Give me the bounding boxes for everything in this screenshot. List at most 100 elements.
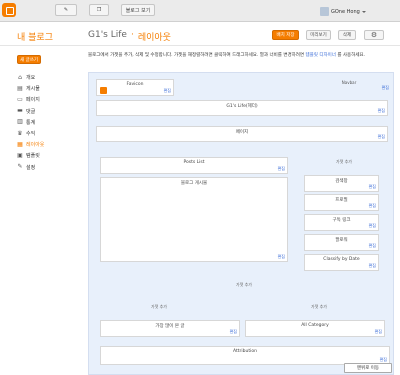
preview-button[interactable]: 미리보기 [306, 30, 331, 40]
favicon-widget[interactable]: Favicon 편집 [96, 79, 174, 96]
layout-canvas: Favicon 편집 Navbar 편집 G1's Life(헤더) 편집 페이… [88, 72, 394, 375]
widget-title: 프로필 [335, 198, 348, 203]
edit-link[interactable]: 편집 [369, 184, 376, 190]
blogger-logo-icon[interactable] [2, 3, 16, 17]
sidebar-item-earnings[interactable]: ♛ 수익 [17, 128, 44, 139]
widget-title: Favicon [126, 82, 144, 87]
edit-link[interactable]: 편집 [369, 203, 376, 209]
pages-widget[interactable]: 페이지 편집 [96, 126, 388, 142]
layout-description: 블로그에서 가젯을 추가, 삭제 및 수정합니다. 가젯을 재정렬하려면 클릭하… [88, 52, 388, 59]
sidebar-item-label: 통계 [26, 119, 36, 126]
widget-title: All Category [301, 323, 329, 328]
save-arrangement-button[interactable]: 배치 저장 [272, 30, 299, 40]
stats-icon: ▥ [17, 118, 23, 126]
pages-icon: ▭ [17, 95, 23, 103]
sidebar-item-label: 개요 [26, 75, 36, 82]
avatar [320, 7, 329, 16]
edit-link[interactable]: 편집 [164, 88, 171, 94]
widget-title: 검색창 [335, 179, 348, 184]
new-post-pencil-button[interactable]: ✎ [55, 4, 77, 16]
sidebar-item-comments[interactable]: ▬ 댓글 [17, 106, 44, 117]
edit-link[interactable]: 편집 [378, 134, 385, 140]
my-blog-title[interactable]: 내 블로그 [17, 30, 53, 43]
title-separator: · [130, 30, 134, 40]
home-icon: ⌂ [18, 73, 22, 81]
add-gadget-link[interactable]: 가젯 추가 [284, 304, 354, 310]
widget-title: Attribution [233, 349, 257, 354]
sidebar-item-settings[interactable]: ✎ 설정 [17, 162, 44, 173]
favicon-icon [100, 87, 107, 94]
template-designer-link[interactable]: 템플릿 디자이너 [305, 53, 335, 58]
template-icon: ▣ [17, 151, 23, 159]
clear-button[interactable]: 삭제 [338, 30, 356, 40]
gear-icon: ⚙ [370, 31, 378, 39]
pages-button[interactable]: ❐ [89, 4, 109, 16]
layout-icon: ▦ [17, 140, 23, 148]
comments-icon: ▬ [17, 107, 23, 115]
navbar-edit-link[interactable]: 편집 [382, 85, 389, 91]
pencil-icon: ✎ [63, 7, 69, 13]
sidebar-item-stats[interactable]: ▥ 통계 [17, 117, 44, 128]
widget-title: 가장 많이 본 글 [155, 324, 185, 329]
sidebar-item-label: 페이지 [26, 97, 40, 104]
sidebar-item-label: 레이아웃 [26, 142, 45, 149]
edit-link[interactable]: 편집 [230, 329, 237, 335]
posts-icon: ▤ [17, 84, 23, 92]
sidebar-item-label: 수익 [26, 131, 36, 138]
widget-title: Posts List [183, 160, 205, 165]
widget-title: Classify by Date [323, 257, 360, 262]
widget-title: 페이지 [235, 130, 249, 135]
edit-link[interactable]: 편집 [369, 243, 376, 249]
sidebar-item-template[interactable]: ▣ 템플릿 [17, 150, 44, 161]
subscribe-widget[interactable]: 구독 링크 편집 [304, 214, 379, 231]
widget-title: G1's Life(헤더) [226, 104, 258, 109]
sidebar-item-label: 템플릿 [26, 153, 40, 160]
earnings-icon: ♛ [17, 129, 23, 137]
edit-link[interactable]: 편집 [278, 254, 285, 260]
layout-title: 레이아웃 [137, 33, 171, 43]
add-gadget-link[interactable]: 가젯 추가 [309, 159, 379, 165]
all-category-widget[interactable]: All Category 편집 [245, 320, 385, 337]
add-gadget-link[interactable]: 가젯 추가 [189, 282, 299, 288]
edit-link[interactable]: 편집 [278, 166, 285, 172]
wrench-icon: ✎ [17, 163, 23, 171]
user-name: GOne Hong [331, 8, 360, 15]
sidebar-item-label: 설정 [26, 164, 36, 171]
navbar-title: Navbar [341, 80, 357, 85]
add-gadget-link[interactable]: 가젯 추가 [119, 304, 199, 310]
followers-widget[interactable]: 팔로워 편집 [304, 234, 379, 251]
classify-by-date-widget[interactable]: Classify by Date 편집 [304, 254, 379, 271]
edit-link[interactable]: 편집 [378, 108, 385, 114]
description-text-end: 를 사용하세요. [337, 53, 366, 58]
profile-widget[interactable]: 프로필 편집 [304, 194, 379, 211]
sidebar-nav: ⌂ 개요 ▤ 게시물 ▭ 페이지 ▬ 댓글 ▥ 통계 ♛ 수익 ▦ 레이아웃 ▣… [17, 72, 44, 173]
back-to-top-button[interactable]: 맨위로 이동 [344, 363, 392, 373]
widget-title: 팔로워 [335, 238, 348, 243]
page-title: G1's Life · 레이아웃 [88, 30, 171, 43]
sidebar-item-pages[interactable]: ▭ 페이지 [17, 94, 44, 105]
view-blog-button[interactable]: 블로그 보기 [121, 4, 155, 16]
sidebar-item-overview[interactable]: ⌂ 개요 [17, 72, 44, 83]
header-divider [0, 45, 400, 46]
sidebar-item-label: 댓글 [26, 108, 36, 115]
edit-link[interactable]: 편집 [375, 329, 382, 335]
chevron-down-icon [361, 10, 366, 13]
edit-link[interactable]: 편집 [369, 223, 376, 229]
posts-list-widget[interactable]: Posts List 편집 [100, 157, 288, 174]
header-widget[interactable]: G1's Life(헤더) 편집 [96, 100, 388, 116]
user-menu[interactable]: GOne Hong [320, 7, 366, 16]
widget-title: 블로그 게시물 [180, 181, 208, 186]
new-post-button[interactable]: 새 글쓰기 [17, 55, 41, 64]
blog-title: G1's Life [88, 30, 127, 40]
description-text: 블로그에서 가젯을 추가, 삭제 및 수정합니다. 가젯을 재정렬하려면 클릭하… [88, 53, 305, 58]
blog-posts-widget[interactable]: 블로그 게시물 편집 [100, 177, 288, 262]
sidebar-item-posts[interactable]: ▤ 게시물 [17, 83, 44, 94]
top-bar: ✎ ❐ 블로그 보기 GOne Hong [0, 0, 400, 22]
copy-icon: ❐ [96, 7, 102, 13]
settings-gear-button[interactable]: ⚙ [364, 30, 384, 40]
search-widget[interactable]: 검색창 편집 [304, 175, 379, 192]
popular-posts-widget[interactable]: 가장 많이 본 글 편집 [100, 320, 240, 337]
sidebar-item-label: 게시물 [26, 86, 40, 93]
edit-link[interactable]: 편집 [369, 263, 376, 269]
sidebar-item-layout[interactable]: ▦ 레이아웃 [17, 139, 44, 150]
